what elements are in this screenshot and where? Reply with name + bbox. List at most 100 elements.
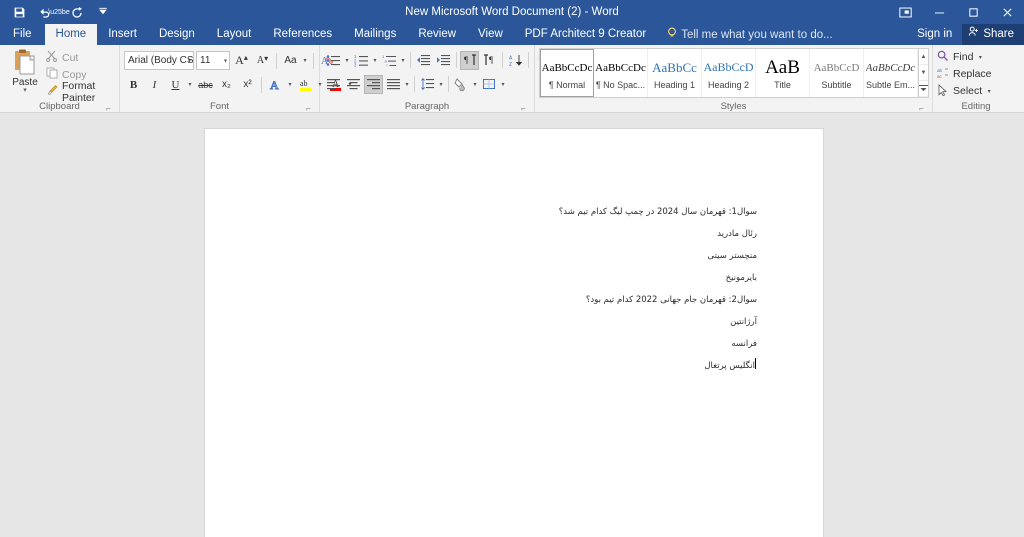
font-size-caret-icon[interactable]: ▾ (224, 57, 227, 64)
text-effects-caret-icon[interactable]: ▾ (286, 81, 294, 88)
paste-icon (12, 49, 38, 77)
underline-button[interactable]: U (166, 75, 185, 94)
style-subtle-emphasis[interactable]: AaBbCcDc Subtle Em... (864, 49, 918, 97)
align-center-button[interactable] (344, 75, 363, 94)
superscript-button[interactable]: x² (238, 75, 257, 94)
magnifier-icon (937, 50, 949, 65)
tab-mailings[interactable]: Mailings (343, 24, 407, 45)
bullets-icon[interactable] (324, 51, 343, 70)
tab-insert[interactable]: Insert (97, 24, 148, 45)
style-normal[interactable]: AaBbCcDc ¶ Normal (540, 49, 594, 97)
sign-in-button[interactable]: Sign in (907, 24, 962, 45)
numbering-icon[interactable]: 123 (352, 51, 371, 70)
share-button[interactable]: Share (962, 24, 1024, 45)
save-icon[interactable] (6, 1, 32, 23)
italic-button[interactable]: I (145, 75, 164, 94)
change-case-button[interactable]: Aa (281, 51, 300, 70)
ribbon-group-paragraph: ▾ 123 ▾ 1ai ▾ ¶ ¶ A Z ▾ ▾ ▾ ▾ Paragraph … (320, 45, 544, 113)
paintbrush-icon (46, 84, 58, 99)
paste-dropdown-icon[interactable]: ▾ (23, 87, 27, 94)
align-left-button[interactable] (324, 75, 343, 94)
cut-button[interactable]: Cut (46, 50, 115, 65)
restore-button[interactable] (956, 0, 990, 24)
tab-design[interactable]: Design (148, 24, 206, 45)
line-spacing-icon[interactable] (418, 75, 437, 94)
multilevel-caret-icon[interactable]: ▾ (399, 57, 407, 64)
change-case-caret-icon[interactable]: ▾ (301, 57, 309, 64)
select-caret-icon[interactable]: ▾ (985, 88, 993, 95)
quick-access-toolbar: \u25be (0, 1, 116, 23)
redo-icon[interactable] (64, 1, 90, 23)
customize-qat-icon[interactable] (90, 1, 116, 23)
find-caret-icon[interactable]: ▾ (976, 54, 984, 61)
subscript-button[interactable]: x₂ (217, 75, 236, 94)
tell-me-search[interactable]: Tell me what you want to do... (657, 24, 833, 45)
select-button[interactable]: Select ▾ (937, 83, 1015, 99)
document-line-text: انگلیس پرتغال (704, 361, 755, 371)
style-title[interactable]: AaB Title (756, 49, 810, 97)
multilevel-list-icon[interactable]: 1ai (380, 51, 399, 70)
tab-home[interactable]: Home (44, 24, 98, 45)
numbering-caret-icon[interactable]: ▾ (371, 57, 379, 64)
find-button[interactable]: Find ▾ (937, 49, 1015, 65)
styles-more-icon[interactable] (919, 81, 928, 97)
document-body-text[interactable]: سوال1: قهرمان سال 2024 در چمپ لیگ کدام ت… (297, 201, 757, 377)
close-button[interactable] (990, 0, 1024, 24)
styles-scroll-down-icon[interactable]: ▼ (919, 65, 928, 81)
paragraph-dialog-launcher[interactable]: ⌐ (519, 104, 528, 113)
cursor-arrow-icon (937, 83, 949, 99)
text-highlight-color-icon[interactable]: ab (296, 75, 315, 94)
style-no-spacing[interactable]: AaBbCcDc ¶ No Spac... (594, 49, 648, 97)
increase-indent-icon[interactable] (434, 51, 453, 70)
style-subtitle[interactable]: AaBbCcD Subtitle (810, 49, 864, 97)
styles-scroll-up-icon[interactable]: ▲ (919, 49, 928, 65)
text-cursor (755, 358, 756, 369)
style-heading-1[interactable]: AaBbCc Heading 1 (648, 49, 702, 97)
styles-dialog-launcher[interactable]: ⌐ (917, 104, 926, 113)
line-spacing-caret-icon[interactable]: ▾ (437, 81, 445, 88)
ltr-text-direction-button[interactable]: ¶ (480, 51, 499, 70)
borders-icon[interactable] (480, 75, 499, 94)
styles-group-label: Styles ⌐ (539, 100, 928, 113)
style-heading-2[interactable]: AaBbCcD Heading 2 (702, 49, 756, 97)
tab-file[interactable]: File (0, 24, 45, 45)
grow-font-button[interactable]: A ▴ (232, 51, 251, 70)
align-right-button[interactable] (364, 74, 383, 94)
document-line: آرژانتین (730, 317, 757, 327)
ribbon-display-options-icon[interactable] (888, 0, 922, 24)
document-page[interactable]: سوال1: قهرمان سال 2024 در چمپ لیگ کدام ت… (204, 128, 824, 537)
shading-caret-icon[interactable]: ▾ (471, 81, 479, 88)
tab-pdf-architect-creator[interactable]: PDF Architect 9 Creator (514, 24, 657, 45)
tab-review[interactable]: Review (407, 24, 467, 45)
font-size-value: 11 (200, 55, 211, 66)
sort-icon[interactable]: AZ (506, 51, 525, 70)
justify-caret-icon[interactable]: ▾ (403, 81, 411, 88)
undo-dropdown-icon[interactable]: \u25be (48, 9, 69, 16)
clipboard-dialog-launcher[interactable]: ⌐ (104, 104, 113, 113)
borders-caret-icon[interactable]: ▾ (499, 81, 507, 88)
rtl-text-direction-button[interactable]: ¶ (460, 50, 479, 70)
underline-caret-icon[interactable]: ▾ (186, 81, 194, 88)
svg-text:A: A (509, 55, 513, 61)
minimize-button[interactable] (922, 0, 956, 24)
paste-button[interactable]: Paste ▾ (4, 47, 46, 100)
shading-icon[interactable] (452, 75, 471, 94)
replace-button[interactable]: ab ac Replace (937, 66, 1015, 82)
strikethrough-button[interactable]: abc (196, 75, 215, 94)
tab-references[interactable]: References (262, 24, 343, 45)
document-canvas[interactable]: سوال1: قهرمان سال 2024 در چمپ لیگ کدام ت… (0, 114, 1024, 537)
font-name-caret-icon[interactable]: ▾ (188, 57, 191, 64)
font-size-combo[interactable]: 11 ▾ (196, 51, 230, 70)
bold-button[interactable]: B (124, 75, 143, 94)
decrease-indent-icon[interactable] (414, 51, 433, 70)
tab-layout[interactable]: Layout (206, 24, 263, 45)
tab-view[interactable]: View (467, 24, 514, 45)
font-dialog-launcher[interactable]: ⌐ (304, 104, 313, 113)
justify-button[interactable] (384, 75, 403, 94)
format-painter-button[interactable]: Format Painter (46, 80, 115, 104)
editing-group-label: Editing (961, 101, 991, 112)
bullets-caret-icon[interactable]: ▾ (343, 57, 351, 64)
text-effects-icon[interactable]: A (266, 75, 285, 94)
font-name-combo[interactable]: Arial (Body CS ▾ (124, 51, 194, 70)
shrink-font-button[interactable]: A ▾ (253, 51, 272, 70)
